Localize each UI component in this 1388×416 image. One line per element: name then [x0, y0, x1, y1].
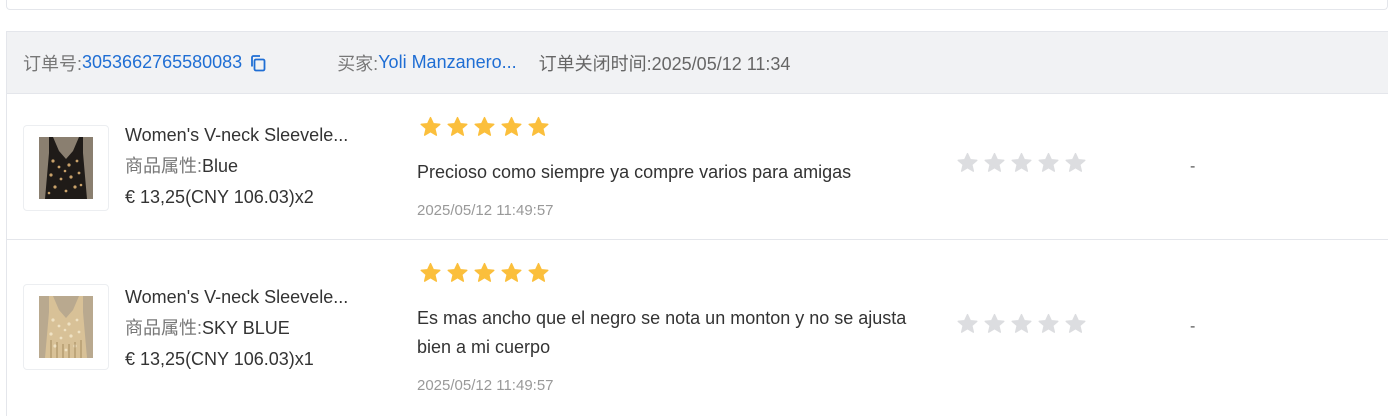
seller-rating-stars[interactable]: [956, 151, 1087, 174]
order-header: 订单号: 3053662765580083 买家: Yoli Manzanero…: [7, 32, 1388, 94]
star-icon[interactable]: [956, 312, 979, 335]
star-icon: [528, 116, 549, 136]
price-cny: (CNY 106.03): [185, 349, 295, 369]
star-icon[interactable]: [1037, 151, 1060, 174]
star-icon: [501, 116, 522, 136]
review-time: 2025/05/12 11:49:57: [417, 202, 554, 219]
star-icon: [447, 262, 468, 282]
close-time: 订单关闭时间:2025/05/12 11:34: [539, 50, 791, 76]
star-icon[interactable]: [956, 151, 979, 174]
product-thumbnail[interactable]: [23, 125, 109, 211]
review-time: 2025/05/12 11:49:57: [417, 377, 554, 394]
product-name[interactable]: Women's V-neck Sleevele...: [125, 282, 365, 313]
review-row: Women's V-neck Sleevele... 商品属性:Blue € 1…: [7, 94, 1388, 240]
product-info: Women's V-neck Sleevele... 商品属性:Blue € 1…: [125, 120, 365, 213]
star-icon[interactable]: [1010, 151, 1033, 174]
attribute-label: 商品属性:: [125, 318, 203, 338]
star-icon[interactable]: [983, 312, 1006, 335]
price-eur: € 13,25: [125, 187, 186, 207]
order-number-label: 订单号:: [23, 53, 83, 74]
star-icon: [420, 116, 441, 136]
star-icon: [447, 116, 468, 136]
review-text: Precioso como siempre ya compre varios p…: [417, 162, 852, 182]
star-icon: [474, 116, 495, 136]
review-row: Women's V-neck Sleevele... 商品属性:SKY BLUE…: [7, 240, 1388, 416]
product-info: Women's V-neck Sleevele... 商品属性:SKY BLUE…: [125, 282, 365, 375]
buyer-name-link[interactable]: Yoli Manzanero...: [378, 52, 516, 73]
star-icon: [528, 262, 549, 282]
star-icon[interactable]: [983, 151, 1006, 174]
star-icon[interactable]: [1064, 312, 1087, 335]
order-block: 订单号: 3053662765580083 买家: Yoli Manzanero…: [6, 31, 1388, 416]
order-number-group: 订单号: 3053662765580083: [23, 50, 267, 76]
seller-rating-stars[interactable]: [956, 312, 1087, 335]
quantity: x1: [294, 349, 314, 369]
review-text: Es mas ancho que el negro se nota un mon…: [417, 308, 907, 357]
close-time-label: 订单关闭时间:: [538, 53, 652, 74]
price-cny: (CNY 106.03): [185, 187, 295, 207]
star-icon: [501, 262, 522, 282]
reply-placeholder: -: [1190, 158, 1196, 175]
star-icon[interactable]: [1037, 312, 1060, 335]
star-icon: [474, 262, 495, 282]
attribute-value: SKY BLUE: [202, 318, 290, 338]
quantity: x2: [294, 187, 314, 207]
copy-icon[interactable]: [249, 54, 267, 72]
reply-placeholder: -: [1190, 318, 1196, 335]
buyer-group: 买家: Yoli Manzanero...: [337, 50, 516, 76]
product-name[interactable]: Women's V-neck Sleevele...: [125, 120, 365, 151]
price-eur: € 13,25: [125, 349, 186, 369]
star-icon[interactable]: [1064, 151, 1087, 174]
star-icon[interactable]: [1010, 312, 1033, 335]
buyer-label: 买家:: [337, 53, 379, 74]
star-icon: [420, 262, 441, 282]
buyer-rating-stars: [419, 261, 550, 284]
attribute-label: 商品属性:: [125, 156, 203, 176]
product-thumbnail[interactable]: [23, 284, 109, 370]
previous-order-card: [6, 0, 1388, 10]
attribute-value: Blue: [202, 156, 239, 176]
buyer-rating-stars: [419, 115, 550, 138]
order-number-link[interactable]: 3053662765580083: [82, 52, 242, 73]
close-time-value: 2025/05/12 11:34: [651, 53, 791, 74]
